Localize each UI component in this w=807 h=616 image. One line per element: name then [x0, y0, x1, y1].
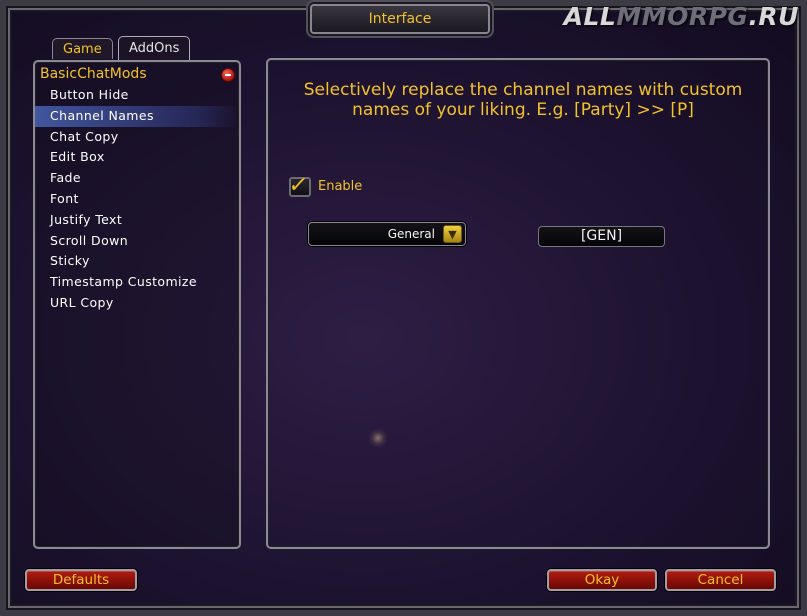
okay-button[interactable]: Okay: [547, 569, 657, 591]
addon-group-header[interactable]: BasicChatMods: [40, 66, 147, 82]
sidebar-item-sticky[interactable]: Sticky: [35, 251, 239, 272]
channel-name-input[interactable]: [GEN]: [538, 226, 665, 247]
sidebar-item-fade[interactable]: Fade: [35, 168, 239, 189]
sidebar-item-timestamp-customize[interactable]: Timestamp Customize: [35, 272, 239, 293]
sparkle-decoration: [368, 428, 388, 448]
tab-game[interactable]: Game: [52, 38, 113, 59]
tab-addons-label: AddOns: [129, 41, 180, 56]
tab-addons[interactable]: AddOns: [118, 36, 191, 60]
settings-panel: Selectively replace the channel names wi…: [266, 58, 770, 549]
channel-dropdown[interactable]: General ▼: [308, 222, 466, 246]
settings-description: Selectively replace the channel names wi…: [303, 80, 743, 120]
window-title: Interface: [310, 4, 490, 34]
defaults-button[interactable]: Defaults: [25, 569, 137, 591]
addon-list-panel: BasicChatMods Button Hide Channel Names …: [33, 60, 241, 549]
channel-dropdown-value: General: [387, 227, 435, 241]
watermark-logo: ALLMMORPG.RU: [563, 2, 799, 31]
cancel-button[interactable]: Cancel: [665, 569, 776, 591]
sidebar-item-edit-box[interactable]: Edit Box: [35, 147, 239, 168]
enable-checkbox[interactable]: ✓: [287, 173, 311, 198]
checkmark-icon: ✓: [286, 173, 310, 198]
sidebar-item-font[interactable]: Font: [35, 189, 239, 210]
addon-category-list: Button Hide Channel Names Chat Copy Edit…: [35, 85, 239, 314]
sidebar-item-justify-text[interactable]: Justify Text: [35, 210, 239, 231]
sidebar-item-chat-copy[interactable]: Chat Copy: [35, 127, 239, 148]
sidebar-item-url-copy[interactable]: URL Copy: [35, 293, 239, 314]
sidebar-item-button-hide[interactable]: Button Hide: [35, 85, 239, 106]
sidebar-item-channel-names[interactable]: Channel Names: [35, 105, 239, 127]
tab-game-label: Game: [63, 41, 102, 57]
collapse-icon[interactable]: [221, 68, 235, 82]
sidebar-item-scroll-down[interactable]: Scroll Down: [35, 231, 239, 252]
enable-label: Enable: [318, 179, 363, 194]
window-title-text: Interface: [368, 11, 432, 27]
chevron-down-icon[interactable]: ▼: [443, 225, 462, 243]
